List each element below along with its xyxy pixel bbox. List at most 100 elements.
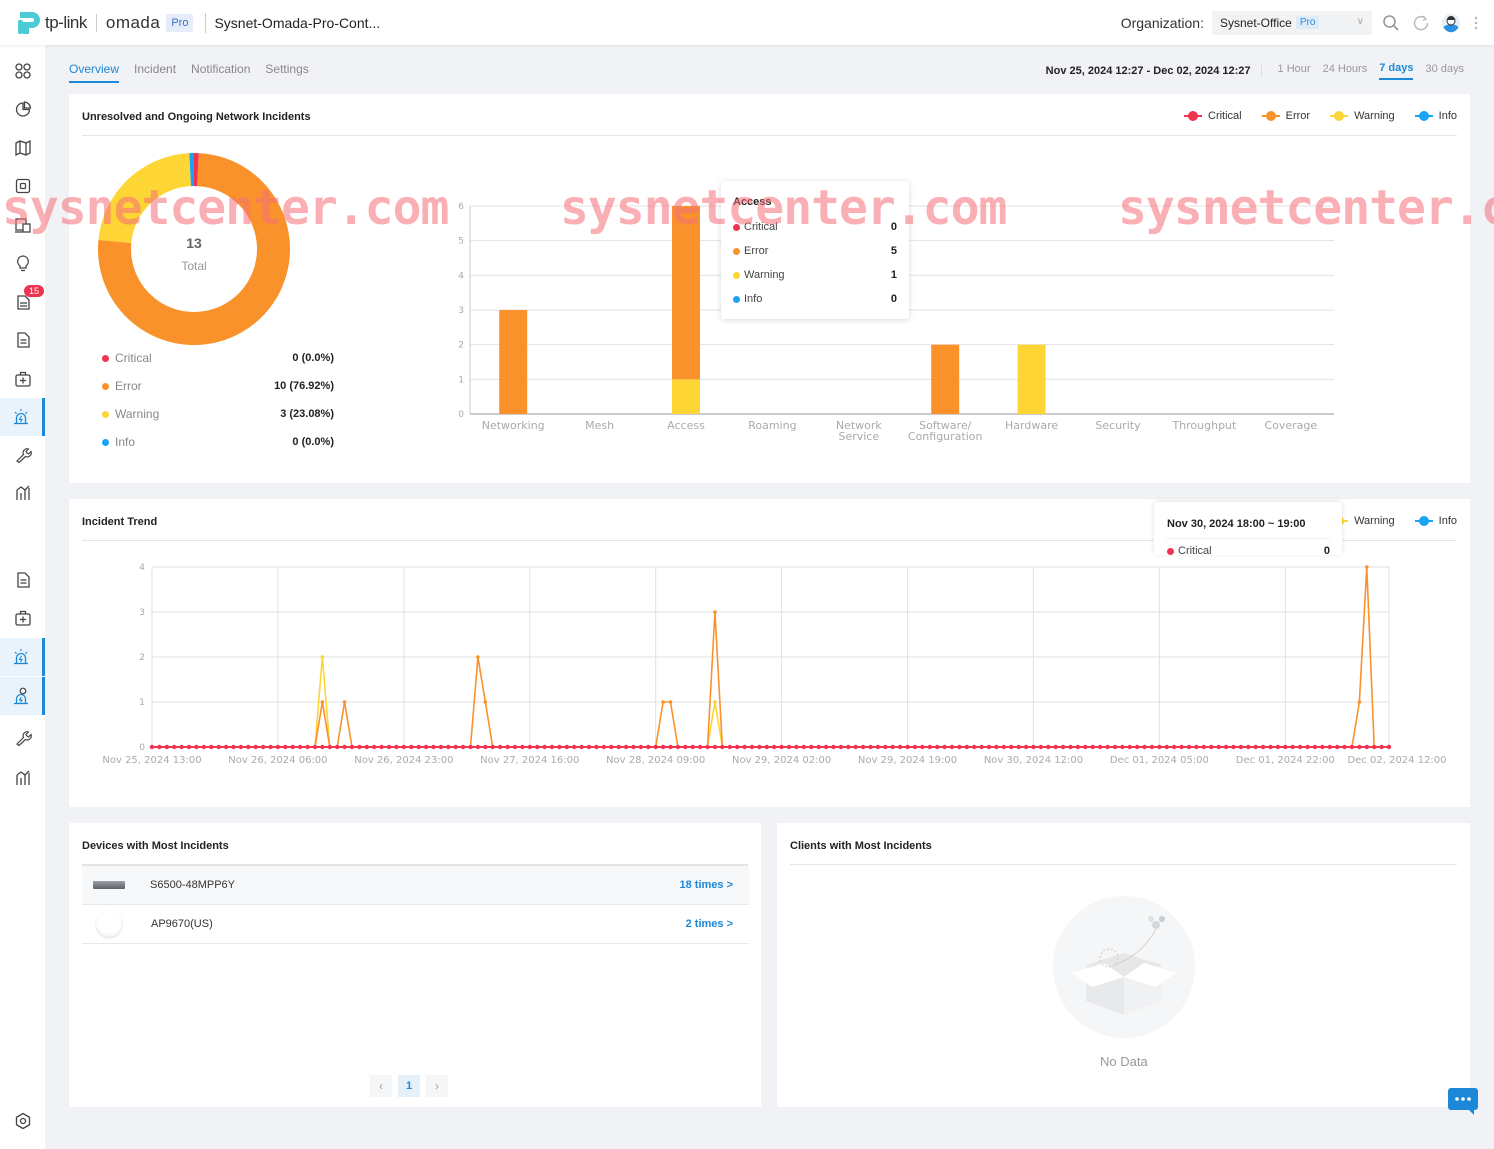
tab-incident[interactable]: Incident (134, 62, 176, 83)
range-7-days[interactable]: 7 days (1379, 62, 1414, 80)
trend-point-critical[interactable] (334, 744, 340, 750)
tab-settings[interactable]: Settings (265, 62, 308, 83)
trend-point-critical[interactable] (1112, 744, 1118, 750)
trend-point-critical[interactable] (853, 744, 858, 750)
sidebar-item-report[interactable] (0, 561, 45, 599)
trend-point-critical[interactable] (823, 744, 829, 750)
trend-point-critical[interactable] (579, 744, 584, 750)
trend-point-critical[interactable] (1038, 744, 1044, 750)
sidebar-item-toolbox[interactable] (0, 360, 45, 398)
range-30-days[interactable]: 30 days (1425, 63, 1464, 79)
trend-point-critical[interactable] (505, 744, 510, 750)
trend-point-critical[interactable] (623, 744, 629, 750)
trend-point-critical[interactable] (305, 744, 310, 750)
range-24-hours[interactable]: 24 Hours (1323, 63, 1368, 79)
trend-point-error[interactable] (483, 700, 488, 704)
trend-point-critical[interactable] (1238, 744, 1244, 750)
trend-point-error[interactable] (342, 700, 347, 704)
legend-item-critical[interactable]: Critical (1184, 110, 1242, 122)
trend-point-error[interactable] (320, 700, 325, 704)
trend-point-error[interactable] (1364, 565, 1369, 569)
sidebar-item-settings-gear[interactable] (0, 1102, 45, 1140)
trend-point-critical[interactable] (1083, 744, 1088, 750)
trend-point-critical[interactable] (816, 744, 821, 750)
sidebar-item-dashboard-grid[interactable] (0, 52, 45, 90)
trend-point-critical[interactable] (1386, 744, 1392, 750)
device-row[interactable]: AP9670(US) 2 times > (82, 905, 749, 944)
trend-point-critical[interactable] (149, 744, 155, 750)
sidebar-item-report[interactable] (0, 321, 45, 359)
trend-point-critical[interactable] (201, 744, 207, 750)
trend-point-critical[interactable] (520, 744, 525, 750)
trend-point-critical[interactable] (327, 744, 332, 750)
trend-point-critical[interactable] (586, 744, 592, 750)
trend-point-critical[interactable] (1142, 744, 1147, 750)
trend-point-critical[interactable] (290, 744, 295, 750)
trend-point-critical[interactable] (668, 744, 673, 750)
trend-point-critical[interactable] (1023, 744, 1029, 750)
sidebar-item-clients[interactable] (0, 206, 45, 244)
trend-point-warning[interactable] (713, 700, 717, 704)
trend-point-critical[interactable] (409, 744, 414, 750)
trend-point-critical[interactable] (1001, 744, 1007, 750)
trend-point-critical[interactable] (994, 744, 999, 750)
trend-point-critical[interactable] (1157, 744, 1162, 750)
bar-hardware-warning[interactable] (1017, 344, 1046, 414)
trend-point-critical[interactable] (364, 744, 370, 750)
trend-point-critical[interactable] (875, 744, 881, 750)
trend-point-critical[interactable] (897, 744, 903, 750)
bar-access-warning[interactable] (672, 379, 700, 414)
bar-networking-error[interactable] (499, 310, 528, 414)
trend-point-critical[interactable] (231, 744, 236, 750)
trend-point-critical[interactable] (609, 744, 614, 750)
trend-point-critical[interactable] (260, 744, 266, 750)
trend-point-critical[interactable] (831, 744, 836, 750)
trend-point-critical[interactable] (1053, 744, 1058, 750)
donut-slice-warning[interactable] (98, 153, 191, 244)
trend-point-critical[interactable] (942, 744, 947, 750)
trend-point-critical[interactable] (986, 744, 992, 750)
trend-point-critical[interactable] (1090, 744, 1095, 750)
legend-item-error[interactable]: Error (1261, 110, 1310, 122)
sidebar-item-incident-settings[interactable] (0, 677, 45, 715)
trend-point-critical[interactable] (860, 744, 866, 750)
trend-point-critical[interactable] (809, 744, 814, 750)
sidebar-item-tools-wrench[interactable] (0, 436, 45, 474)
trend-point-critical[interactable] (497, 744, 503, 750)
trend-point-error[interactable] (476, 655, 480, 659)
trend-point-critical[interactable] (794, 744, 799, 750)
trend-point-critical[interactable] (1260, 744, 1266, 750)
sidebar-item-analytics[interactable] (0, 759, 45, 797)
trend-point-critical[interactable] (868, 744, 873, 750)
trend-point-critical[interactable] (223, 744, 229, 750)
legend-item-info[interactable]: Info (1414, 110, 1457, 122)
trend-point-critical[interactable] (468, 744, 473, 750)
trend-point-critical[interactable] (690, 744, 695, 750)
search-icon[interactable] (1380, 12, 1402, 34)
organization-select[interactable]: Sysnet-Office Pro ∨ (1212, 10, 1372, 35)
more-vertical-icon[interactable] (1470, 12, 1482, 34)
trend-point-critical[interactable] (653, 744, 658, 750)
trend-point-critical[interactable] (1320, 744, 1325, 750)
trend-point-critical[interactable] (949, 744, 955, 750)
trend-point-critical[interactable] (705, 744, 710, 750)
trend-point-critical[interactable] (1194, 744, 1199, 750)
trend-point-critical[interactable] (631, 744, 636, 750)
trend-point-critical[interactable] (1334, 744, 1340, 750)
trend-point-critical[interactable] (1349, 744, 1355, 750)
trend-point-critical[interactable] (312, 744, 318, 750)
trend-point-critical[interactable] (616, 744, 621, 750)
trend-point-critical[interactable] (564, 744, 570, 750)
trend-point-critical[interactable] (979, 744, 984, 750)
trend-point-critical[interactable] (253, 744, 258, 750)
trend-point-critical[interactable] (720, 744, 725, 750)
trend-point-critical[interactable] (801, 744, 807, 750)
device-row[interactable]: S6500-48MPP6Y 18 times > (82, 866, 749, 905)
trend-point-critical[interactable] (1290, 744, 1295, 750)
sidebar-item-toolbox[interactable] (0, 599, 45, 637)
trend-point-critical[interactable] (1179, 744, 1184, 750)
trend-point-critical[interactable] (342, 744, 347, 750)
trend-point-critical[interactable] (1371, 744, 1377, 750)
trend-point-critical[interactable] (542, 744, 547, 750)
sidebar-item-logs[interactable]: 15 (0, 283, 45, 321)
